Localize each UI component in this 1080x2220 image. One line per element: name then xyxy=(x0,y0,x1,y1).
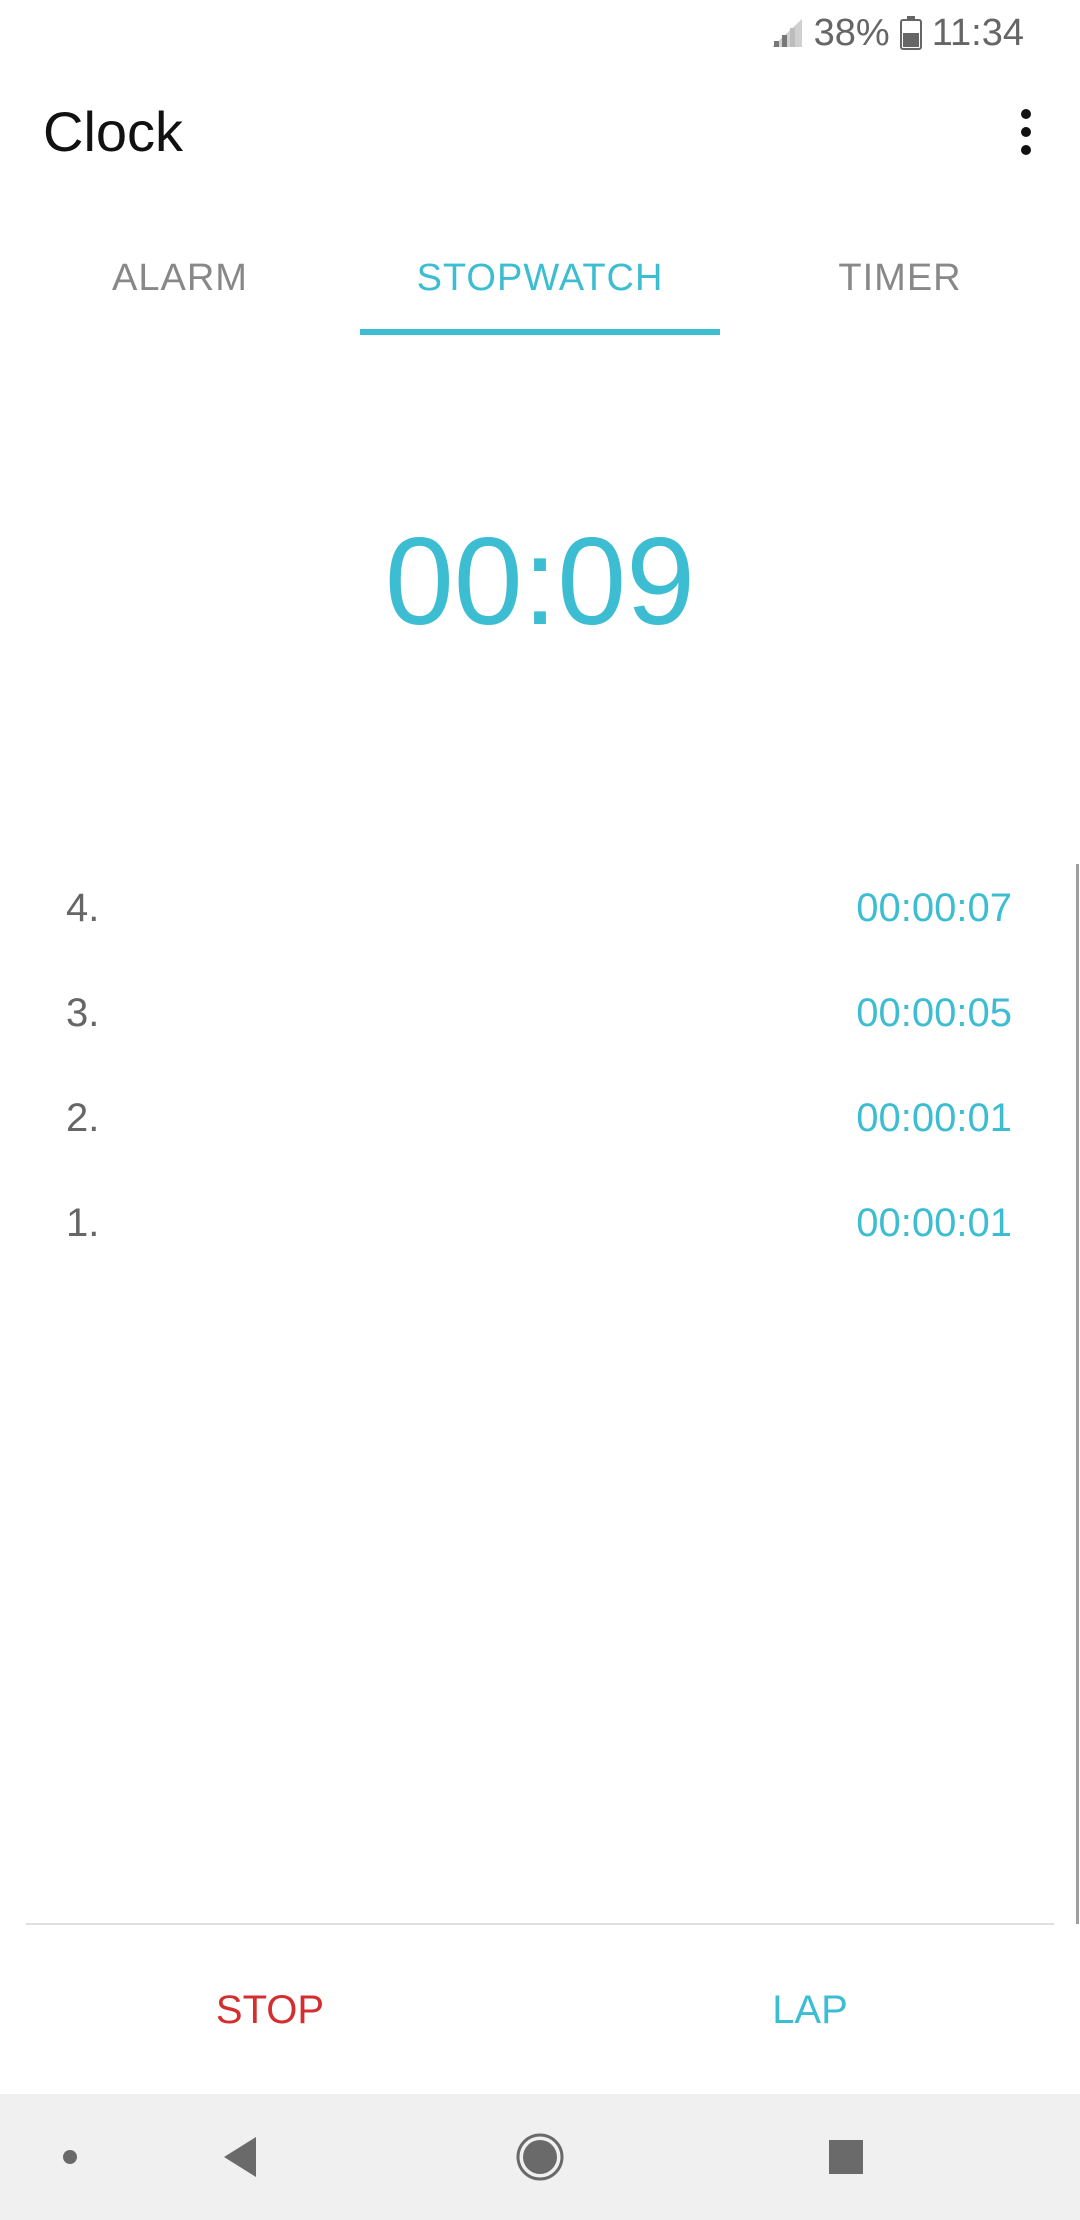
home-icon xyxy=(516,2133,564,2181)
recents-icon xyxy=(829,2140,863,2174)
bottom-divider xyxy=(26,1923,1054,1925)
lap-time: 00:00:07 xyxy=(856,886,1012,930)
home-button[interactable] xyxy=(500,2094,580,2220)
recents-button[interactable] xyxy=(806,2094,886,2220)
tab-timer[interactable]: TIMER xyxy=(720,218,1080,338)
more-vert-icon-dot xyxy=(1021,145,1031,155)
more-options-button[interactable] xyxy=(996,96,1056,168)
back-button[interactable] xyxy=(200,2094,280,2220)
battery-icon xyxy=(899,16,922,50)
lap-number: 2. xyxy=(66,1096,100,1140)
app-bar: Clock xyxy=(0,66,1080,210)
tab-alarm[interactable]: ALARM xyxy=(0,218,360,338)
back-icon xyxy=(224,2137,256,2177)
lap-time: 00:00:01 xyxy=(856,1201,1012,1245)
dot-icon xyxy=(63,2150,77,2164)
clock-app-screen: 38% 11:34 Clock ALARM STOPWATCH TIMER 00… xyxy=(0,0,1080,2220)
lap-time: 00:00:01 xyxy=(856,1096,1012,1140)
lap-row: 3. 00:00:05 xyxy=(0,971,1080,1076)
stopwatch-elapsed-time: 00:09 xyxy=(384,513,696,651)
lap-time: 00:00:05 xyxy=(856,991,1012,1035)
battery-percent: 38% xyxy=(813,11,890,54)
app-title: Clock xyxy=(43,100,184,163)
more-vert-icon xyxy=(1021,109,1031,119)
status-time: 11:34 xyxy=(931,11,1024,54)
status-indicators: 38% 11:34 xyxy=(770,10,1024,56)
navigation-bar xyxy=(0,2094,1080,2220)
lap-list: 4. 00:00:07 3. 00:00:05 2. 00:00:01 1. 0… xyxy=(0,866,1080,1286)
nav-dot-button[interactable] xyxy=(40,2094,100,2220)
tab-bar: ALARM STOPWATCH TIMER xyxy=(0,218,1080,338)
lap-row: 4. 00:00:07 xyxy=(0,866,1080,971)
tab-stopwatch[interactable]: STOPWATCH xyxy=(360,218,720,338)
lap-row: 1. 00:00:01 xyxy=(0,1181,1080,1286)
selected-tab-indicator xyxy=(360,329,720,335)
lap-button[interactable]: LAP xyxy=(540,1926,1080,2094)
lap-number: 4. xyxy=(66,886,100,930)
signal-icon xyxy=(771,19,802,47)
lap-number: 3. xyxy=(66,991,100,1035)
stop-button[interactable]: STOP xyxy=(0,1926,540,2094)
status-bar: 38% 11:34 xyxy=(0,0,1080,66)
lap-number: 1. xyxy=(66,1201,100,1245)
more-vert-icon-dot xyxy=(1021,127,1031,137)
action-bar: STOP LAP xyxy=(0,1926,1080,2094)
lap-row: 2. 00:00:01 xyxy=(0,1076,1080,1181)
lap-list-scrollbar[interactable] xyxy=(1076,864,1079,1924)
